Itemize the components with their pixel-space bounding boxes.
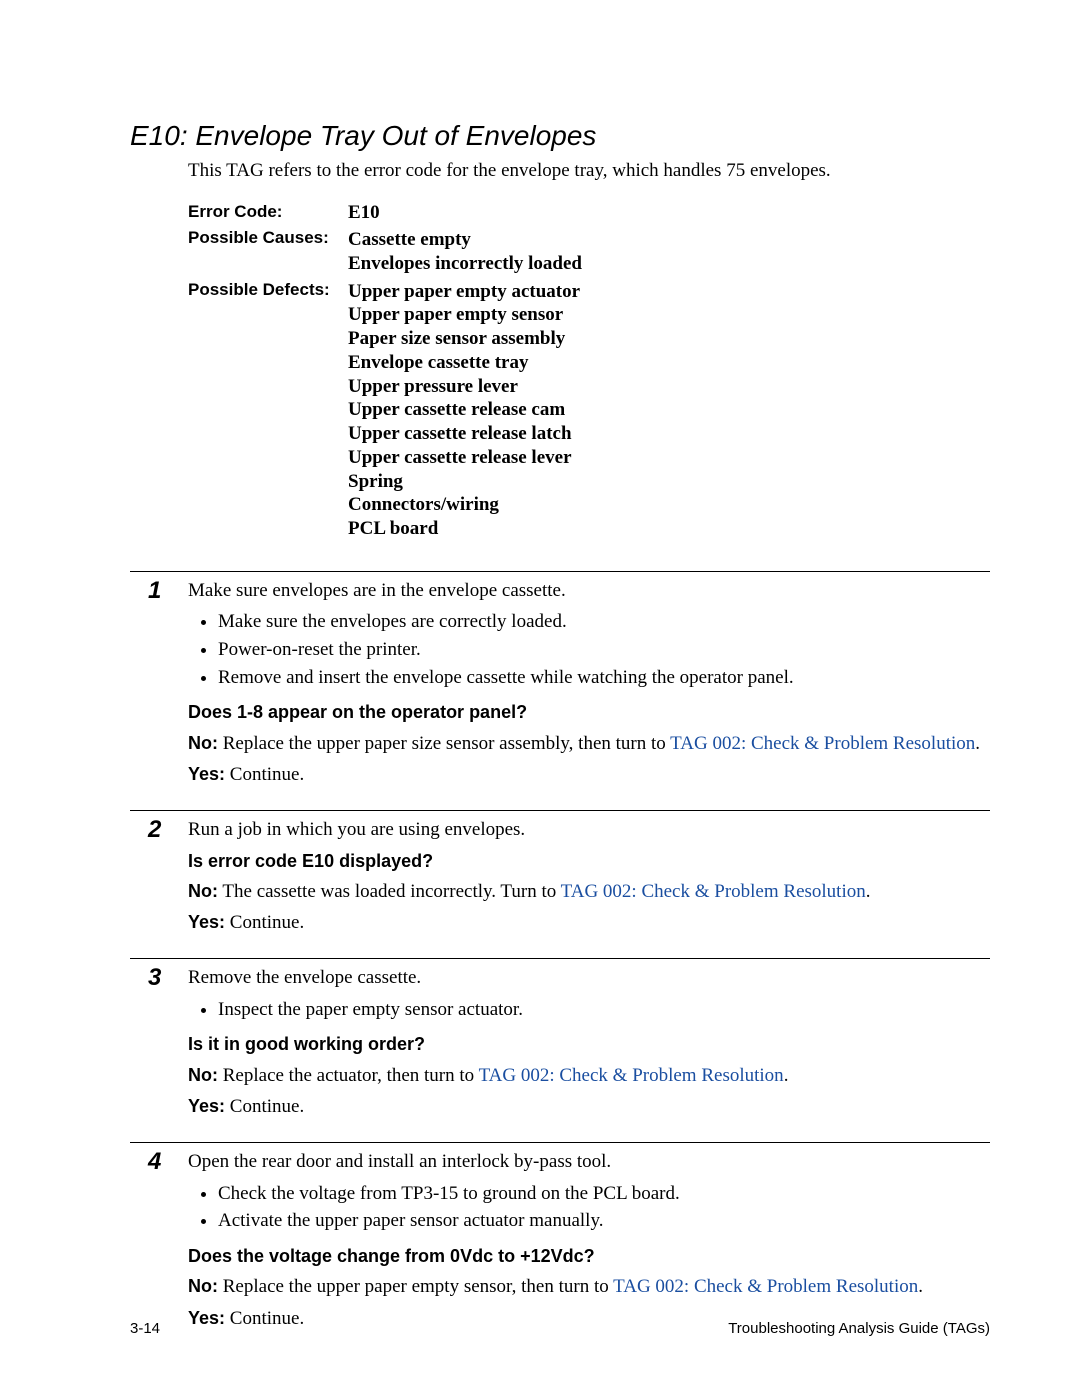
page: E10: Envelope Tray Out of Envelopes This… [0, 0, 1080, 1397]
step: 4Open the rear door and install an inter… [130, 1142, 990, 1338]
no-label: No: [188, 881, 218, 901]
step-bullet: Activate the upper paper sensor actuator… [218, 1208, 990, 1234]
step-body: Make sure envelopes are in the envelope … [188, 578, 990, 794]
possible-defect-line: Upper cassette release lever [348, 446, 580, 470]
step-answer-no: No: Replace the actuator, then turn to T… [188, 1063, 990, 1089]
possible-defect-line: Envelope cassette tray [348, 351, 580, 375]
step-bullet: Remove and insert the envelope cassette … [218, 665, 990, 691]
possible-defect-line: Connectors/wiring [348, 493, 580, 517]
step-bullets: Inspect the paper empty sensor actuator. [188, 997, 990, 1023]
footer-doc-title: Troubleshooting Analysis Guide (TAGs) [728, 1320, 990, 1337]
step-answer-yes: Yes: Continue. [188, 910, 990, 936]
info-table: Error Code: E10 Possible Causes: Cassett… [188, 202, 990, 541]
error-code-label: Error Code: [188, 202, 348, 222]
step-bullet: Inspect the paper empty sensor actuator. [218, 997, 990, 1023]
step-answer-no: No: The cassette was loaded incorrectly.… [188, 879, 990, 905]
step: 3Remove the envelope cassette. Inspect th… [130, 958, 990, 1126]
step-number: 2 [130, 817, 188, 942]
possible-cause-line: Envelopes incorrectly loaded [348, 252, 582, 276]
tag-link[interactable]: TAG 002: Check & Problem Resolution [479, 1065, 784, 1086]
possible-defect-line: PCL board [348, 517, 580, 541]
info-row-error-code: Error Code: E10 [188, 202, 990, 224]
possible-defect-line: Upper paper empty actuator [348, 280, 580, 304]
step-body: Open the rear door and install an interl… [188, 1149, 990, 1338]
step-answer-no: No: Replace the upper paper size sensor … [188, 731, 990, 757]
step-bullet: Make sure the envelopes are correctly lo… [218, 609, 990, 635]
step-lead: Make sure envelopes are in the envelope … [188, 578, 990, 604]
step-bullet: Check the voltage from TP3-15 to ground … [218, 1181, 990, 1207]
step-number: 4 [130, 1149, 188, 1338]
footer-page-number: 3-14 [130, 1320, 160, 1337]
info-row-possible-causes: Possible Causes: Cassette emptyEnvelopes… [188, 228, 990, 276]
step-answer-no: No: Replace the upper paper empty sensor… [188, 1274, 990, 1300]
possible-causes-value: Cassette emptyEnvelopes incorrectly load… [348, 228, 582, 276]
step-answer-yes: Yes: Continue. [188, 762, 990, 788]
step-question: Is it in good working order? [188, 1032, 990, 1056]
step-bullets: Check the voltage from TP3-15 to ground … [188, 1181, 990, 1234]
possible-cause-line: Cassette empty [348, 228, 582, 252]
intro-text: This TAG refers to the error code for th… [188, 160, 990, 182]
no-label: No: [188, 733, 218, 753]
possible-defect-line: Upper cassette release cam [348, 398, 580, 422]
possible-defect-line: Paper size sensor assembly [348, 327, 580, 351]
possible-defects-label: Possible Defects: [188, 280, 348, 300]
step-number: 1 [130, 578, 188, 794]
step: 2Run a job in which you are using envelo… [130, 810, 990, 942]
step-question: Does 1-8 appear on the operator panel? [188, 700, 990, 724]
steps-container: 1Make sure envelopes are in the envelope… [130, 571, 990, 1338]
yes-label: Yes: [188, 764, 225, 784]
step-body: Remove the envelope cassette. Inspect the… [188, 965, 990, 1126]
step-lead: Run a job in which you are using envelop… [188, 817, 990, 843]
possible-defects-value: Upper paper empty actuatorUpper paper em… [348, 280, 580, 541]
step-bullets: Make sure the envelopes are correctly lo… [188, 609, 990, 690]
step-answer-yes: Yes: Continue. [188, 1094, 990, 1120]
step-lead: Open the rear door and install an interl… [188, 1149, 990, 1175]
step: 1Make sure envelopes are in the envelope… [130, 571, 990, 794]
page-footer: 3-14 Troubleshooting Analysis Guide (TAG… [130, 1320, 990, 1337]
step-question: Is error code E10 displayed? [188, 849, 990, 873]
step-number: 3 [130, 965, 188, 1126]
step-body: Run a job in which you are using envelop… [188, 817, 990, 942]
possible-defect-line: Upper paper empty sensor [348, 303, 580, 327]
tag-link[interactable]: TAG 002: Check & Problem Resolution [561, 881, 866, 902]
possible-defect-line: Upper pressure lever [348, 375, 580, 399]
possible-causes-label: Possible Causes: [188, 228, 348, 248]
step-lead: Remove the envelope cassette. [188, 965, 990, 991]
page-title: E10: Envelope Tray Out of Envelopes [130, 120, 990, 152]
yes-label: Yes: [188, 912, 225, 932]
possible-defect-line: Spring [348, 470, 580, 494]
tag-link[interactable]: TAG 002: Check & Problem Resolution [613, 1276, 918, 1297]
step-question: Does the voltage change from 0Vdc to +12… [188, 1244, 990, 1268]
no-label: No: [188, 1276, 218, 1296]
no-label: No: [188, 1065, 218, 1085]
tag-link[interactable]: TAG 002: Check & Problem Resolution [670, 733, 975, 754]
info-row-possible-defects: Possible Defects: Upper paper empty actu… [188, 280, 990, 541]
error-code-value: E10 [348, 202, 380, 224]
step-bullet: Power-on-reset the printer. [218, 637, 990, 663]
possible-defect-line: Upper cassette release latch [348, 422, 580, 446]
yes-label: Yes: [188, 1096, 225, 1116]
